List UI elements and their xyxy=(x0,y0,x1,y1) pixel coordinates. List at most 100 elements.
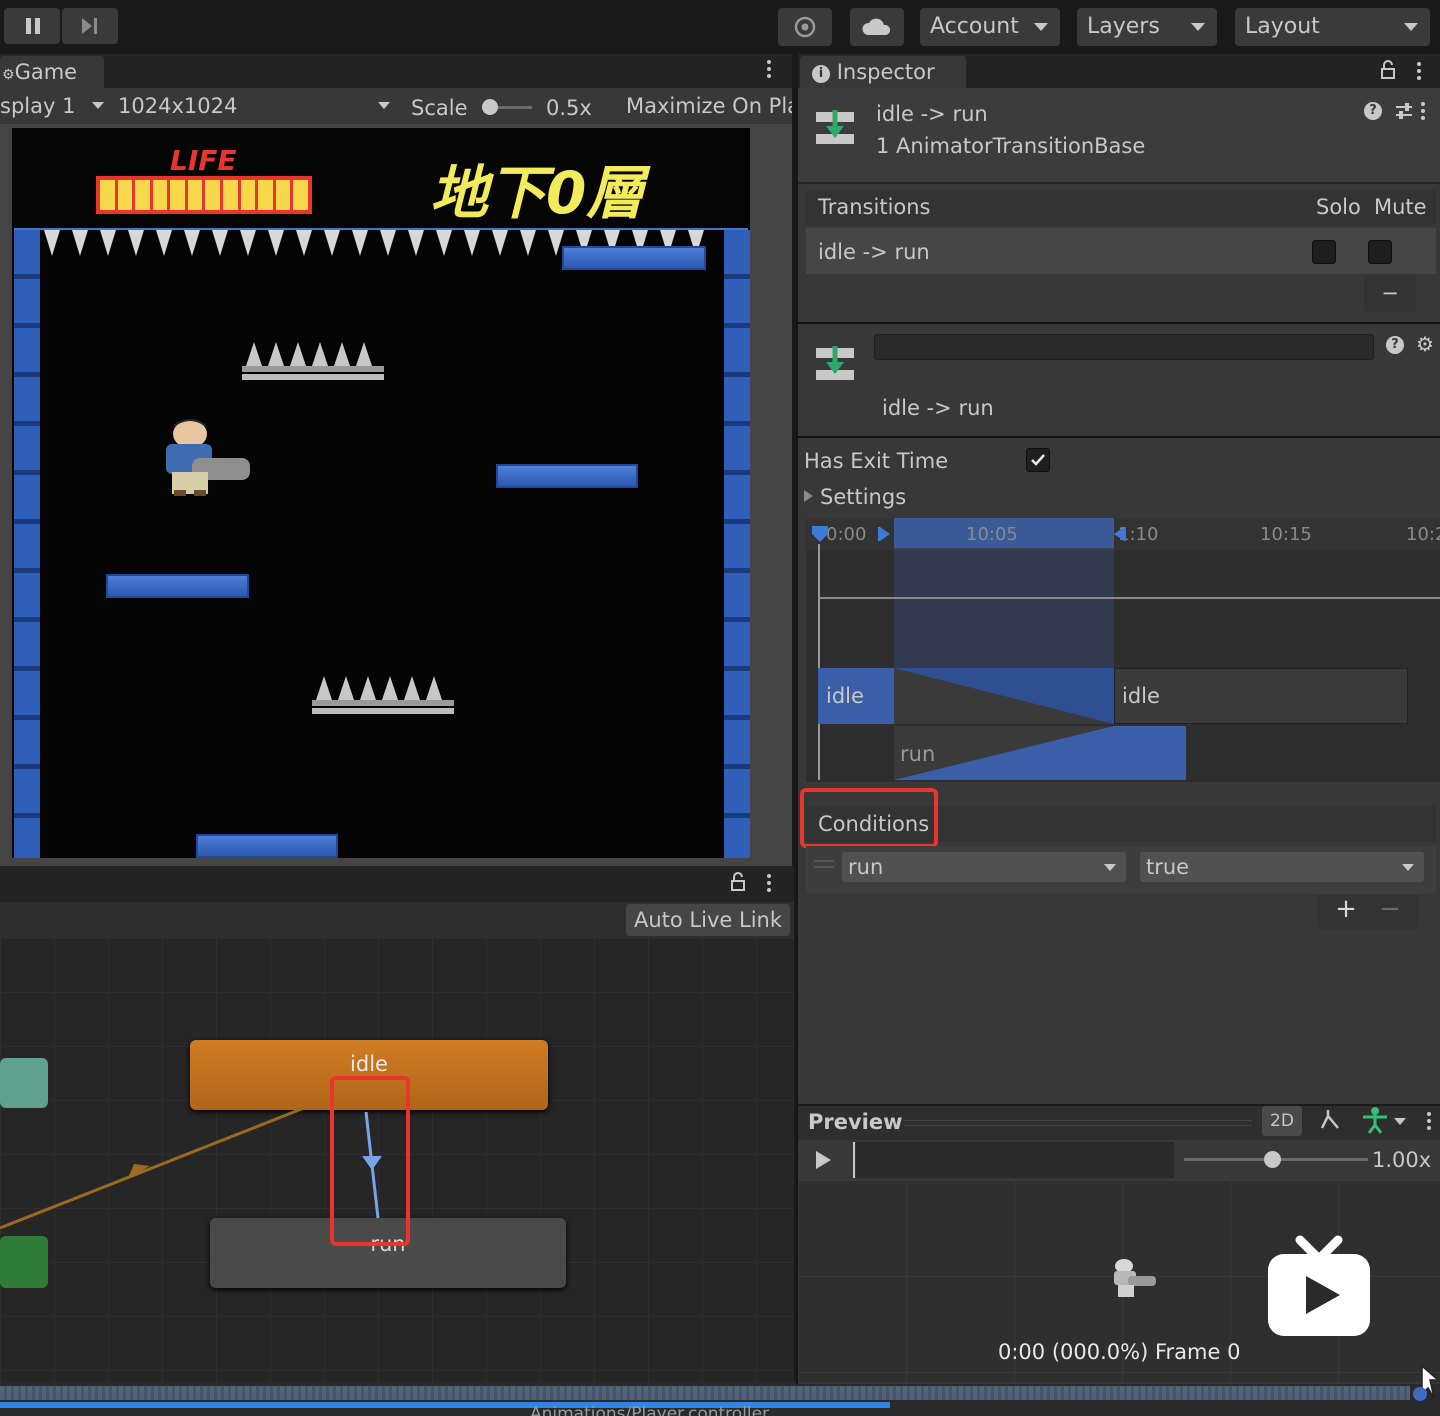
timeline-curve xyxy=(820,597,1440,599)
layers-dropdown[interactable]: Layers xyxy=(1077,8,1217,46)
timeline-run-label: run xyxy=(900,742,936,766)
pivot-icon[interactable] xyxy=(1316,1108,1342,1134)
lock-icon[interactable] xyxy=(730,872,746,892)
header-kebab-icon[interactable] xyxy=(1420,102,1426,122)
speed-slider[interactable] xyxy=(1184,1151,1368,1168)
chevron-down-icon xyxy=(1034,23,1048,31)
preset-icon[interactable] xyxy=(1394,102,1414,120)
speed-value: 1.00x xyxy=(1372,1148,1432,1172)
account-dropdown[interactable]: Account xyxy=(920,8,1060,46)
spike-platform xyxy=(242,342,384,380)
right-wall xyxy=(724,230,750,858)
tab-game[interactable]: ⚙Game xyxy=(0,56,104,88)
resolution-label: 1024x1024 xyxy=(118,94,238,118)
inspector-kebab-icon[interactable] xyxy=(1416,62,1422,82)
pause-icon xyxy=(26,18,31,34)
platform xyxy=(496,464,638,488)
speed-slider-thumb[interactable] xyxy=(1264,1151,1281,1168)
cloud-button[interactable] xyxy=(850,8,904,46)
timeline-idle-label-b: idle xyxy=(1122,684,1160,708)
tab-inspector[interactable]: i Inspector xyxy=(800,56,966,88)
transition-name-field[interactable] xyxy=(874,334,1374,360)
chevron-down-icon xyxy=(92,102,104,109)
state-node-teal[interactable] xyxy=(0,1058,48,1108)
condition-value-label: true xyxy=(1146,855,1190,879)
gear-icon[interactable]: ⚙ xyxy=(1416,332,1434,356)
auto-live-link-button[interactable]: Auto Live Link xyxy=(626,904,790,936)
preview-character xyxy=(1114,1259,1156,1297)
preview-2d-button[interactable]: 2D xyxy=(1262,1106,1302,1136)
layout-dropdown[interactable]: Layout xyxy=(1235,8,1430,46)
maximize-on-play-toggle[interactable]: Maximize On Pla xyxy=(626,94,792,118)
collab-button[interactable] xyxy=(778,8,832,46)
state-node-green[interactable] xyxy=(0,1236,48,1288)
preview-scrub-marker[interactable] xyxy=(853,1142,855,1178)
left-wall xyxy=(14,230,40,858)
chevron-down-icon xyxy=(1104,864,1116,871)
checkmark-icon xyxy=(1031,454,1045,466)
timeline-tick: 10:15 xyxy=(1260,524,1312,545)
play-field xyxy=(14,228,748,858)
lock-icon[interactable] xyxy=(1380,60,1396,80)
has-exit-time-checkbox[interactable] xyxy=(1026,448,1050,472)
transition-highlight-box xyxy=(330,1076,410,1246)
game-kebab-icon[interactable] xyxy=(766,60,772,80)
settings-foldout-icon[interactable] xyxy=(804,490,813,502)
timeline-playhead-icon[interactable] xyxy=(810,524,830,544)
transition-row-label: idle -> run xyxy=(818,240,930,264)
header-title: idle -> run xyxy=(876,102,988,126)
conditions-highlight-box xyxy=(800,788,938,848)
transition-end-marker-icon[interactable] xyxy=(1112,526,1126,542)
timeline-playhead-line xyxy=(818,544,820,780)
animator-kebab-icon[interactable] xyxy=(766,874,772,894)
transition-icon xyxy=(816,110,854,144)
remove-condition-button[interactable]: − xyxy=(1372,894,1408,924)
game-icon: ⚙ xyxy=(2,67,15,83)
chevron-down-icon xyxy=(1191,23,1205,31)
resolution-dropdown[interactable]: 1024x1024 xyxy=(118,92,396,120)
inspector-tab-label: Inspector xyxy=(836,60,935,84)
transition-start-marker-icon[interactable] xyxy=(878,526,892,542)
preview-title: Preview xyxy=(808,1110,903,1134)
spike-platform xyxy=(312,676,454,714)
pause-button[interactable] xyxy=(4,8,60,44)
timeline-tick: 10:05 xyxy=(966,524,1018,545)
preview-frame-label: 0:00 (000.0%) Frame 0 xyxy=(998,1340,1241,1364)
step-button[interactable] xyxy=(62,8,118,44)
solo-label: Solo xyxy=(1316,195,1361,219)
info-icon: i xyxy=(812,65,830,83)
scale-slider[interactable] xyxy=(482,99,532,115)
display-dropdown[interactable]: splay 1 xyxy=(0,92,110,120)
timeline-tick: 0:00 xyxy=(826,524,867,545)
transitions-label: Transitions xyxy=(818,195,931,219)
help-icon[interactable]: ? xyxy=(1364,102,1382,120)
hud-life-bar xyxy=(96,176,312,214)
solo-checkbox[interactable] xyxy=(1312,240,1336,264)
settings-foldout[interactable]: Settings xyxy=(820,485,906,509)
mute-checkbox[interactable] xyxy=(1368,240,1392,264)
divider xyxy=(798,436,1440,438)
has-exit-time-label: Has Exit Time xyxy=(804,449,949,473)
chevron-down-icon xyxy=(1404,23,1418,31)
entry-transition-arrow[interactable] xyxy=(0,1104,310,1234)
condition-parameter-dropdown[interactable]: run xyxy=(842,852,1126,882)
scale-slider-thumb[interactable] xyxy=(482,99,498,115)
scale-label: Scale xyxy=(411,96,468,120)
avatar-icon[interactable] xyxy=(1360,1106,1390,1134)
add-condition-button[interactable]: + xyxy=(1328,894,1364,924)
help-icon[interactable]: ? xyxy=(1386,336,1404,354)
drag-handle-icon[interactable] xyxy=(814,860,834,870)
play-icon[interactable] xyxy=(814,1150,832,1170)
preview-scrub-track[interactable] xyxy=(856,1142,1174,1178)
scale-value: 0.5x xyxy=(546,96,592,120)
remove-transition-button[interactable]: − xyxy=(1364,281,1416,305)
condition-value-dropdown[interactable]: true xyxy=(1140,852,1424,882)
timeline-blend-shade xyxy=(894,668,1114,724)
header-subtitle: 1 AnimatorTransitionBase xyxy=(876,134,1146,158)
preview-kebab-icon[interactable] xyxy=(1426,1112,1432,1132)
pause-icon-bar xyxy=(35,18,40,34)
hud-floor-label: 地下0層 xyxy=(430,159,645,227)
step-icon xyxy=(82,18,97,34)
animator-footer-path: Animations/Player.controller xyxy=(530,1404,770,1416)
chevron-down-icon[interactable] xyxy=(1394,1118,1406,1125)
